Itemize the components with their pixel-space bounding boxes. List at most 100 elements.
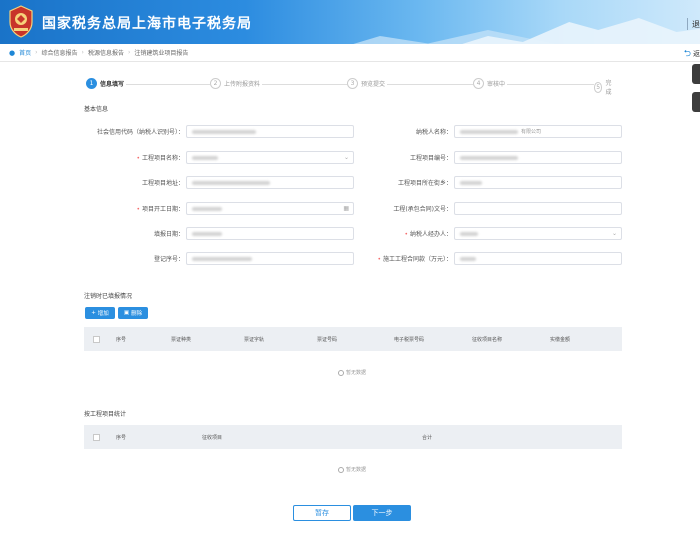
form-row-contract-amount: • 施工工程合同款（万元）： [360,252,622,265]
header-divider [687,18,688,30]
site-title: 国家税务总局上海市电子税务局 [42,16,252,32]
cancel-table-empty: 暂无数据 [338,369,366,376]
form-row-fill-date: 填报日期： [90,227,354,240]
required-mark: • [136,155,140,162]
project-addr-input[interactable] [186,176,354,189]
start-date-picker[interactable]: ▦ [186,202,354,215]
project-no-input[interactable] [454,151,622,164]
logout-link[interactable]: 退 [692,19,700,30]
credit-code-input[interactable] [186,125,354,138]
back-button[interactable]: ⮌ 返 [684,46,700,62]
form-row-agent: • 纳税人经办人： ⌄ [360,227,622,240]
form-row-project-addr: 工程项目地址： [90,176,354,189]
redacted-value [192,129,256,134]
redacted-value [460,129,518,134]
add-label: 增加 [97,311,109,317]
contract-amount-input[interactable] [454,252,622,265]
col-header: 票证号码 [317,337,338,343]
contract-amount-label: 施工工程合同款（万元）： [382,256,452,263]
delete-button[interactable]: ▣ 删除 [118,307,148,319]
header-user-area[interactable]: 退 [687,18,700,30]
required-mark: • [136,206,140,213]
form-row-start-date: • 项目开工日期： ▦ [90,202,354,215]
step-label: 信息填写 [100,81,125,88]
side-panel-toggle-bottom[interactable] [692,92,700,112]
col-header: 票证种类 [171,337,192,343]
select-all-checkbox[interactable] [93,336,100,343]
back-label: 返 [693,50,700,58]
form-row-reg-no: 登记序号： [90,252,354,265]
required-mark: • [377,256,381,263]
project-dept-input[interactable] [454,176,622,189]
breadcrumb-separator: › [127,49,131,56]
step-number: 1 [86,78,97,89]
form-row-taxpayer-name: 纳税人名称： 有限公司 [360,125,622,138]
step-label: 完成 [605,80,612,96]
redacted-value [192,206,222,211]
redacted-value [192,155,218,160]
select-all-checkbox[interactable] [93,434,100,441]
step-number: 4 [473,78,484,89]
reg-no-label: 登记序号： [153,256,184,263]
bid-doc-label: 工程(承包合同)文号： [393,206,452,213]
fill-date-label: 填报日期： [153,231,184,238]
col-header: 征收项目 [202,435,223,441]
taxpayer-name-label: 纳税人名称： [415,129,452,136]
header-mountains-back [320,30,560,44]
step-label: 上传附报资料 [224,81,261,88]
taxpayer-name-suffix: 有限公司 [521,129,542,135]
form-row-project-no: 工程项目编号： [360,151,622,164]
site-header: 国家税务总局上海市电子税务局 退 [0,0,700,44]
step-number: 5 [594,81,603,93]
breadcrumb-item[interactable]: 综合信息报告 [42,48,78,57]
step-number: 3 [347,78,358,89]
col-header: 电子税票号码 [394,337,425,343]
bid-doc-input[interactable] [454,202,622,215]
start-date-label: 项目开工日期： [141,206,184,213]
fill-date-input[interactable] [186,227,354,240]
add-button[interactable]: + 增加 [85,307,115,319]
form-row-project-dept: 工程项目所在街乡： [360,176,622,189]
project-addr-label: 工程项目地址： [141,180,184,187]
taxpayer-name-input[interactable]: 有限公司 [454,125,622,138]
breadcrumb-item[interactable]: 税源信息报告 [88,48,124,57]
project-name-select[interactable]: ⌄ [186,151,354,164]
back-arrow-icon: ⮌ [683,49,691,59]
breadcrumb: ● 首页 › 综合信息报告 › 税源信息报告 › 注销建筑业项目报告 [0,44,700,62]
redacted-value [192,231,222,236]
credit-code-label: 社会信用代码（纳税人识别号）： [96,129,184,136]
cancel-table-header: 序号 票证种类 票证字轨 票证号码 电子税票号码 征收项目名称 实缴金额 [84,327,622,351]
location-pin-icon: ● [9,48,16,57]
next-step-button[interactable]: 下一步 [353,505,411,521]
reg-no-input[interactable] [186,252,354,265]
col-header: 票证字轨 [244,337,265,343]
col-header: 序号 [116,435,127,441]
required-mark: • [404,231,408,238]
agent-select[interactable]: ⌄ [454,227,622,240]
empty-text: 暂无数据 [346,370,367,376]
save-draft-button[interactable]: 暂存 [293,505,351,521]
section-basic-info: 基本信息 [84,106,109,113]
info-icon [338,466,344,473]
breadcrumb-separator: › [35,49,38,56]
step-label: 审核中 [487,81,506,88]
form-row-project-name: • 工程项目名称： ⌄ [90,151,354,164]
info-icon [338,369,344,376]
project-dept-label: 工程项目所在街乡： [397,180,452,187]
side-panel-toggle-top[interactable] [692,64,700,84]
section-project-stats: 按工程项目统计 [84,411,127,418]
project-name-label: 工程项目名称： [141,155,184,162]
agent-label: 纳税人经办人： [409,231,452,238]
breadcrumb-home[interactable]: 首页 [19,48,31,57]
delete-label: 删除 [131,311,143,317]
tax-emblem-icon [9,5,33,38]
section-cancel-info: 注销时已填报情况 [84,293,133,300]
project-no-label: 工程项目编号： [409,155,452,162]
form-row-bid-doc: 工程(承包合同)文号： [360,202,622,215]
col-header: 实缴金额 [550,337,571,343]
step-preview: 3 预览提交 [347,78,388,89]
breadcrumb-current: 注销建筑业项目报告 [134,50,189,57]
stats-table-header: 序号 征收项目 合计 [84,425,622,449]
step-upload: 2 上传附报资料 [210,78,263,89]
step-number: 2 [210,78,221,89]
